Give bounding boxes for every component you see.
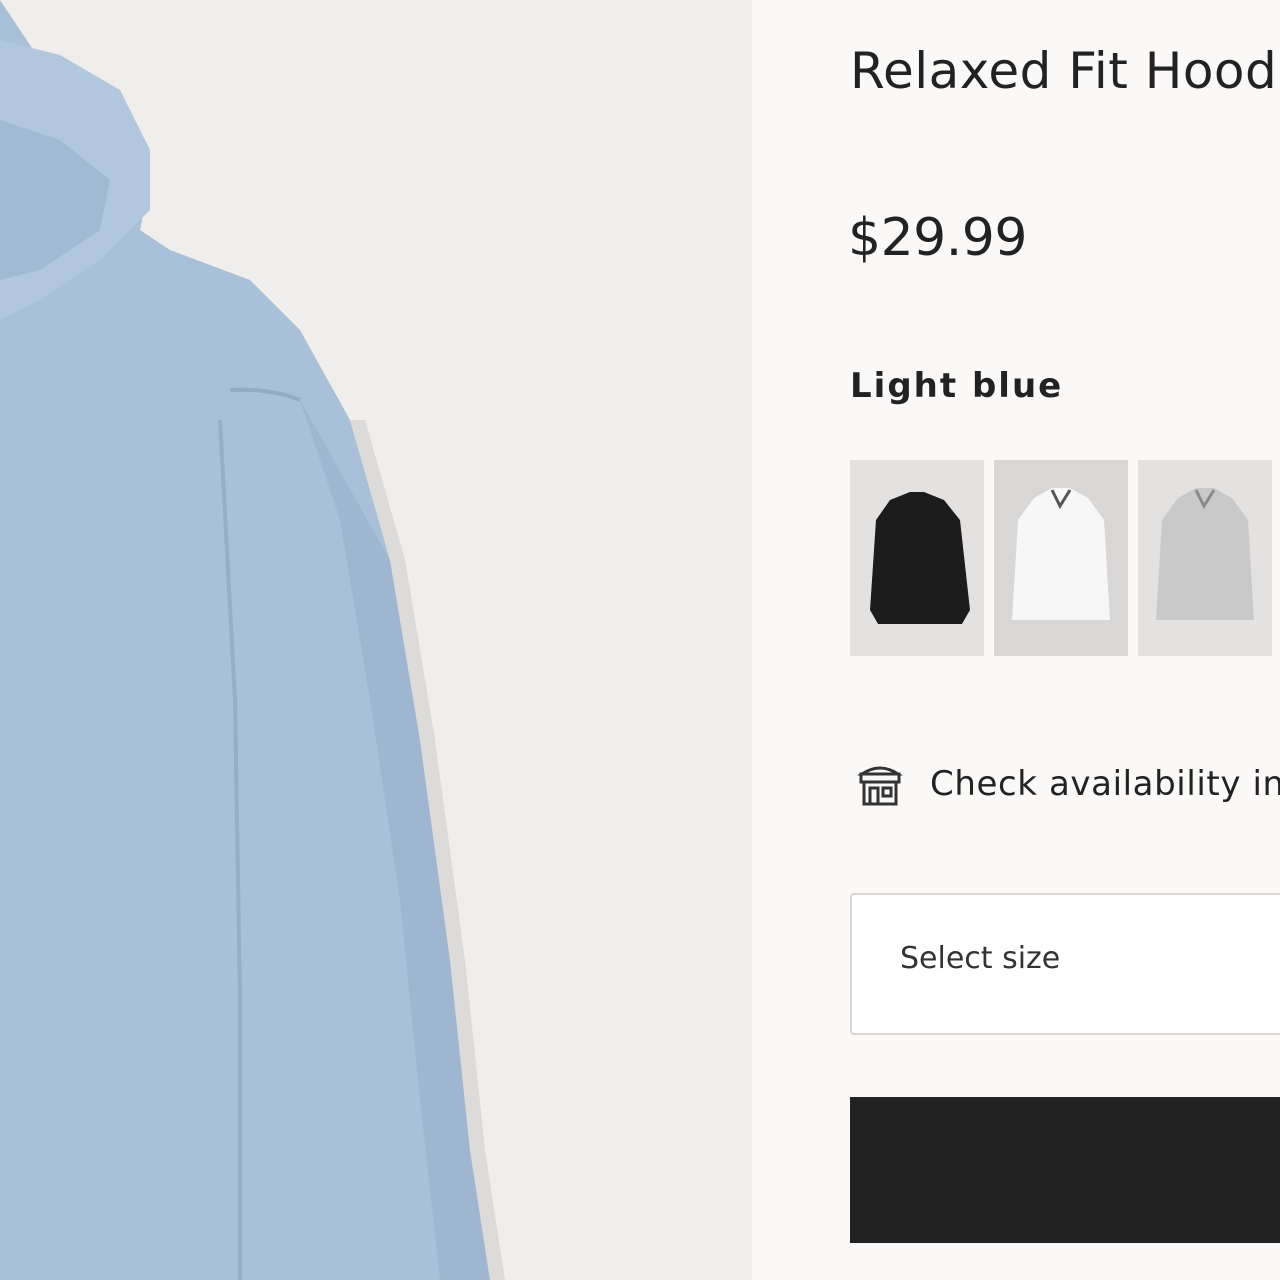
swatch-black[interactable] xyxy=(850,460,984,656)
product-price: $29.99 xyxy=(848,208,1027,268)
black-hoodie-thumbnail xyxy=(870,492,970,624)
white-hoodie-thumbnail xyxy=(1012,488,1110,620)
swatch-light-gray[interactable] xyxy=(1138,460,1272,656)
check-availability-label: Check availability in store xyxy=(930,764,1280,804)
store-icon xyxy=(857,766,903,806)
gray-hoodie-thumbnail xyxy=(1156,488,1254,620)
selected-color-label: Light blue xyxy=(850,366,1064,406)
check-availability-link[interactable]: Check availability in store xyxy=(856,756,1280,812)
product-image xyxy=(0,0,752,1280)
swatch-white[interactable] xyxy=(994,460,1128,656)
product-details: Relaxed Fit Hoodie $29.99 Light blue Che… xyxy=(752,0,1280,1280)
size-select-value: Select size xyxy=(900,941,1061,976)
product-title: Relaxed Fit Hoodie xyxy=(850,42,1280,100)
add-to-cart-button[interactable] xyxy=(850,1097,1280,1243)
color-swatches xyxy=(850,460,1272,656)
size-select[interactable]: Select size xyxy=(850,893,1280,1035)
hoodie-image xyxy=(0,0,505,1280)
